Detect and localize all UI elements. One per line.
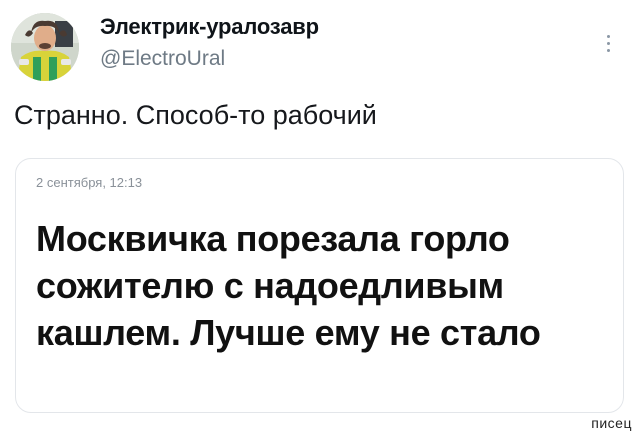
card-date: 2 сентября, 12:13 <box>36 175 143 190</box>
watermark: писец <box>591 415 632 431</box>
quoted-news-card[interactable]: 2 сентября, 12:13 Москвичка порезала гор… <box>15 158 624 413</box>
avatar-image <box>11 13 79 81</box>
more-dot <box>606 48 610 52</box>
more-options-icon[interactable] <box>598 28 618 58</box>
avatar[interactable] <box>11 13 79 81</box>
more-dot <box>606 34 610 38</box>
more-dot <box>606 41 610 45</box>
author-handle[interactable]: @ElectroUral <box>100 47 225 71</box>
tweet-text: Странно. Способ-то рабочий <box>14 100 377 130</box>
card-headline: Москвичка порезала горло сожителю с надо… <box>36 218 541 353</box>
author-display-name[interactable]: Электрик-уралозавр <box>100 14 319 40</box>
tweet: Электрик-уралозавр @ElectroUral Странно.… <box>0 0 640 434</box>
